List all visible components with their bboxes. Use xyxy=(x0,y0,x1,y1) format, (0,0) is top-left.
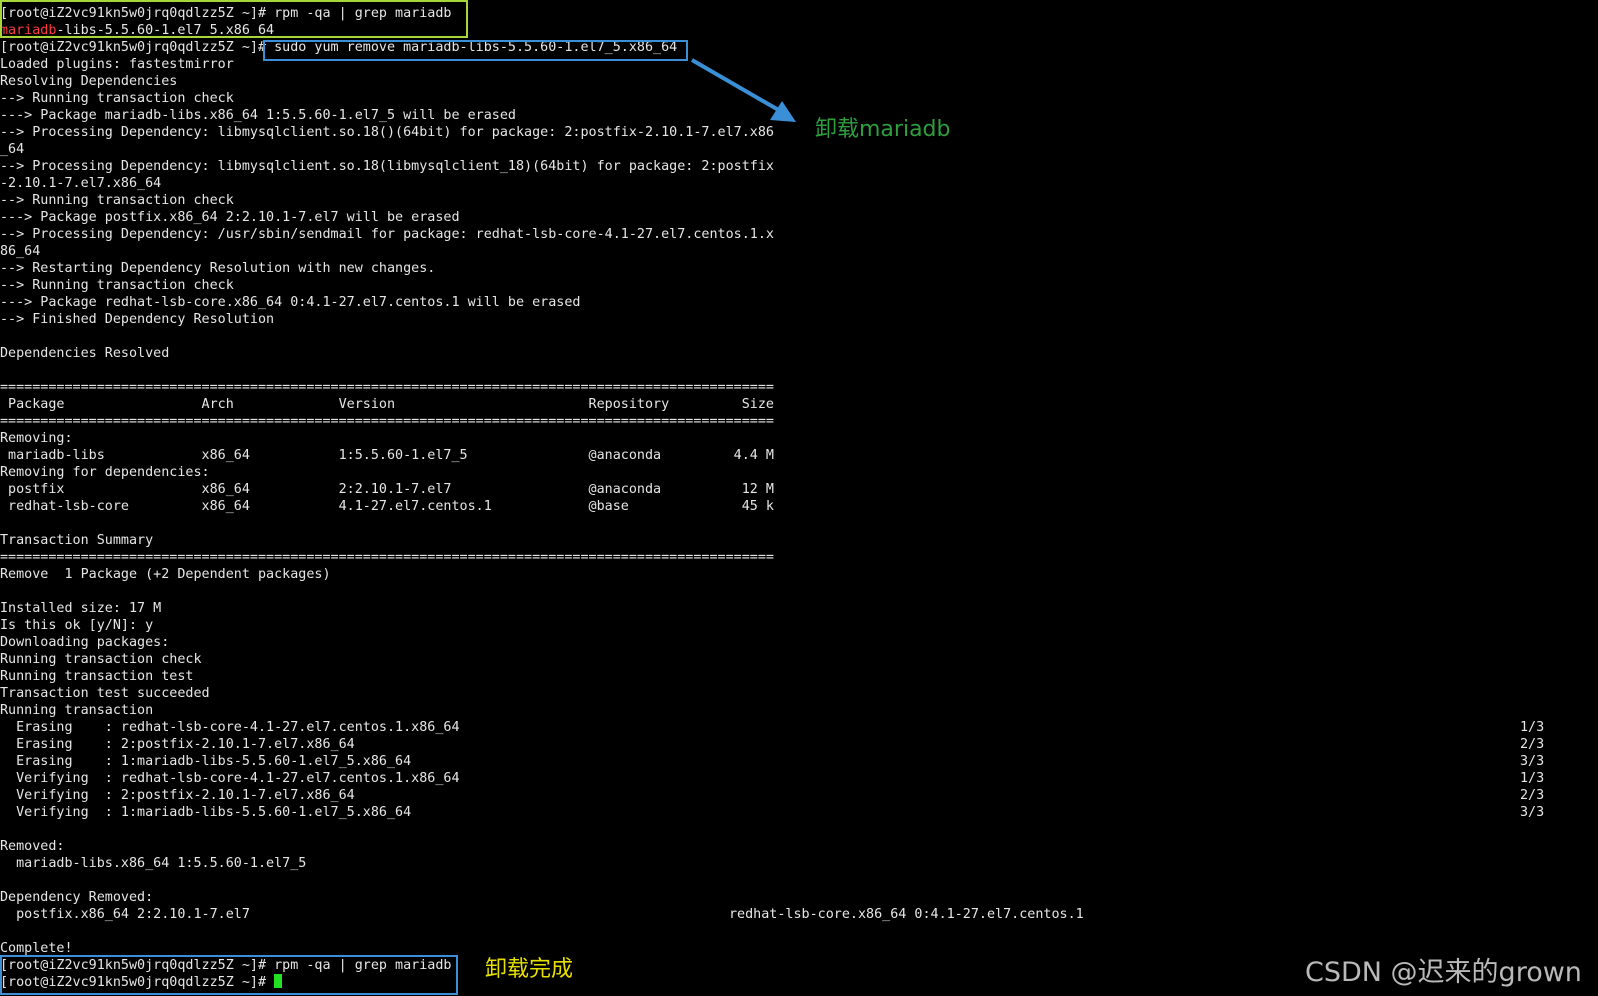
watermark: CSDN @迟来的grown xyxy=(1305,957,1582,988)
uninstall-done-label: 卸载完成 xyxy=(485,957,574,982)
arrow-icon xyxy=(690,58,796,122)
uninstall-mariadb-label: 卸载mariadb xyxy=(815,117,951,142)
